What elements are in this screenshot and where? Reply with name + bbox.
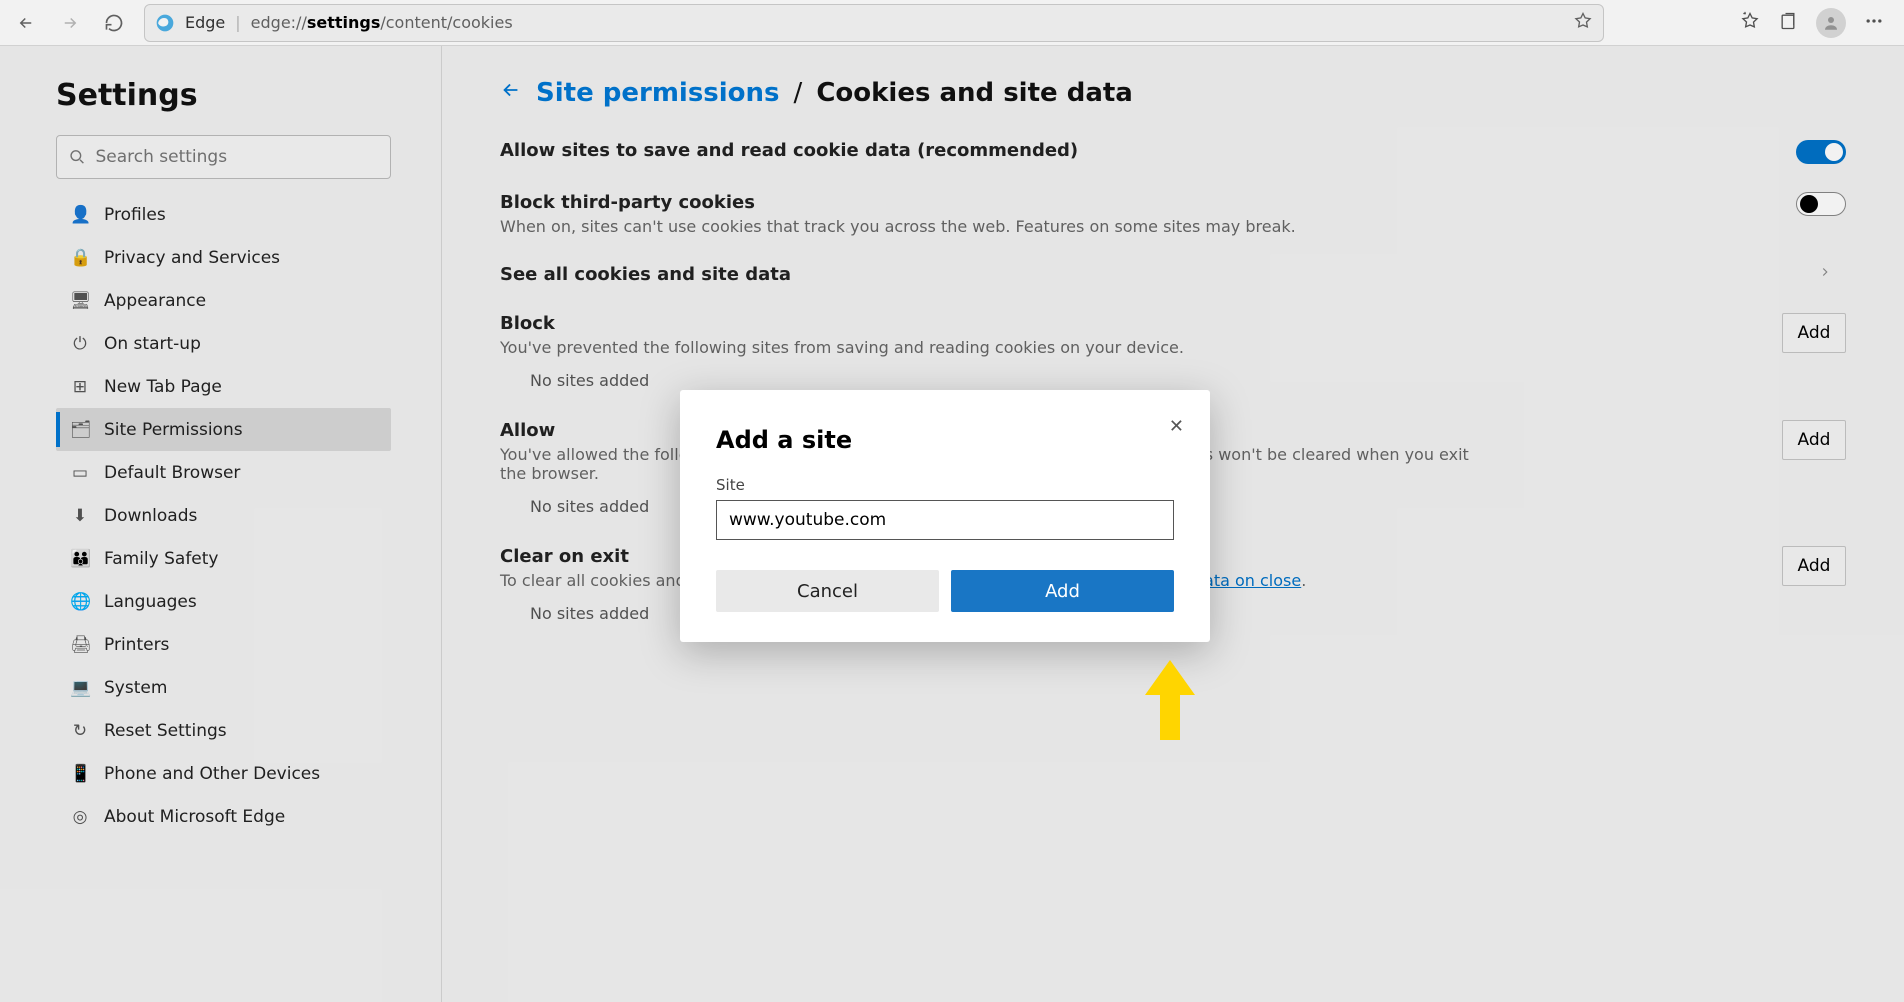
edge-icon	[155, 13, 175, 33]
nav-icon: ▭	[70, 463, 90, 483]
dialog-title: Add a site	[716, 426, 1174, 454]
toolbar-right	[1740, 8, 1898, 38]
nav-icon: ◎	[70, 807, 90, 827]
back-button[interactable]	[6, 3, 46, 43]
nav-icon: 🌐	[70, 592, 90, 612]
search-settings[interactable]	[56, 135, 391, 179]
sidebar-item-phone-and-other-devices[interactable]: 📱 Phone and Other Devices	[56, 752, 391, 795]
breadcrumb: Site permissions / Cookies and site data	[500, 78, 1846, 108]
block-section-header: Block You've prevented the following sit…	[500, 313, 1846, 371]
sidebar-item-appearance[interactable]: 🖥 Appearance	[56, 279, 391, 322]
collections-icon[interactable]	[1778, 11, 1798, 35]
profile-avatar[interactable]	[1816, 8, 1846, 38]
sidebar-item-printers[interactable]: 🖨 Printers	[56, 623, 391, 666]
nav-label: About Microsoft Edge	[104, 807, 285, 827]
allow-cookies-row: Allow sites to save and read cookie data…	[500, 140, 1846, 192]
dialog-add-button[interactable]: Add	[951, 570, 1174, 612]
nav-icon: 🖥	[70, 291, 90, 311]
nav-icon: 🗂	[70, 420, 90, 440]
nav-label: Reset Settings	[104, 721, 227, 741]
see-all-cookies-row[interactable]: See all cookies and site data	[500, 264, 1846, 313]
nav-label: Downloads	[104, 506, 197, 526]
nav-label: Appearance	[104, 291, 206, 311]
allow-add-button[interactable]: Add	[1782, 420, 1846, 460]
forward-button[interactable]	[50, 3, 90, 43]
breadcrumb-parent[interactable]: Site permissions	[536, 78, 780, 108]
sidebar-item-system[interactable]: 💻 System	[56, 666, 391, 709]
sidebar-item-family-safety[interactable]: 👪 Family Safety	[56, 537, 391, 580]
sidebar-item-about-microsoft-edge[interactable]: ◎ About Microsoft Edge	[56, 795, 391, 838]
block-third-party-row: Block third-party cookies When on, sites…	[500, 192, 1846, 264]
sidebar-item-new-tab-page[interactable]: ⊞ New Tab Page	[56, 365, 391, 408]
breadcrumb-back-icon[interactable]	[500, 78, 522, 108]
address-bar[interactable]: Edge | edge://settings/content/cookies	[144, 4, 1604, 42]
dialog-cancel-button[interactable]: Cancel	[716, 570, 939, 612]
url-text: edge://settings/content/cookies	[251, 13, 513, 32]
nav-label: New Tab Page	[104, 377, 222, 397]
sidebar-item-privacy-and-services[interactable]: 🔒 Privacy and Services	[56, 236, 391, 279]
block-empty: No sites added	[530, 371, 1846, 390]
sidebar-item-languages[interactable]: 🌐 Languages	[56, 580, 391, 623]
nav-label: Phone and Other Devices	[104, 764, 320, 784]
nav-label: Default Browser	[104, 463, 240, 483]
nav-icon: 🔒	[70, 248, 90, 268]
nav-icon: 🖨	[70, 635, 90, 655]
nav-icon: ⊞	[70, 377, 90, 397]
sidebar-item-site-permissions[interactable]: 🗂 Site Permissions	[56, 408, 391, 451]
settings-heading: Settings	[56, 78, 391, 113]
nav-icon: ↻	[70, 721, 90, 741]
nav-label: Privacy and Services	[104, 248, 280, 268]
clear-exit-add-button[interactable]: Add	[1782, 546, 1846, 586]
favorites-icon[interactable]	[1740, 11, 1760, 35]
nav-label: System	[104, 678, 167, 698]
nav-icon: 👪	[70, 549, 90, 569]
sidebar-item-downloads[interactable]: ⬇ Downloads	[56, 494, 391, 537]
dialog-close-button[interactable]: ✕	[1169, 416, 1184, 437]
refresh-button[interactable]	[94, 3, 134, 43]
nav-label: On start-up	[104, 334, 201, 354]
site-field-label: Site	[716, 476, 1174, 494]
tab-name: Edge	[185, 13, 225, 32]
nav-icon: ⏻	[70, 334, 90, 354]
search-icon	[69, 148, 85, 166]
nav-icon: ⬇	[70, 506, 90, 526]
add-site-dialog: ✕ Add a site Site Cancel Add	[680, 390, 1210, 642]
favorite-star-icon[interactable]	[1573, 11, 1593, 35]
nav-label: Profiles	[104, 205, 166, 225]
block-add-button[interactable]: Add	[1782, 313, 1846, 353]
browser-toolbar: Edge | edge://settings/content/cookies	[0, 0, 1904, 46]
nav-label: Printers	[104, 635, 169, 655]
settings-sidebar: Settings 👤 Profiles 🔒 Privacy and Services 🖥…	[0, 46, 442, 1002]
nav-icon: 💻	[70, 678, 90, 698]
nav-label: Site Permissions	[104, 420, 243, 440]
allow-cookies-toggle[interactable]	[1796, 140, 1846, 164]
more-icon[interactable]	[1864, 11, 1884, 35]
nav-label: Family Safety	[104, 549, 218, 569]
search-input[interactable]	[95, 147, 378, 167]
sidebar-item-reset-settings[interactable]: ↻ Reset Settings	[56, 709, 391, 752]
nav-icon: 👤	[70, 205, 90, 225]
nav-label: Languages	[104, 592, 197, 612]
sidebar-item-default-browser[interactable]: ▭ Default Browser	[56, 451, 391, 494]
chevron-right-icon	[1804, 264, 1846, 283]
sidebar-item-profiles[interactable]: 👤 Profiles	[56, 193, 391, 236]
sidebar-item-on-start-up[interactable]: ⏻ On start-up	[56, 322, 391, 365]
site-input[interactable]	[716, 500, 1174, 540]
nav-icon: 📱	[70, 764, 90, 784]
breadcrumb-current: Cookies and site data	[816, 78, 1133, 108]
block-third-party-toggle[interactable]	[1796, 192, 1846, 216]
